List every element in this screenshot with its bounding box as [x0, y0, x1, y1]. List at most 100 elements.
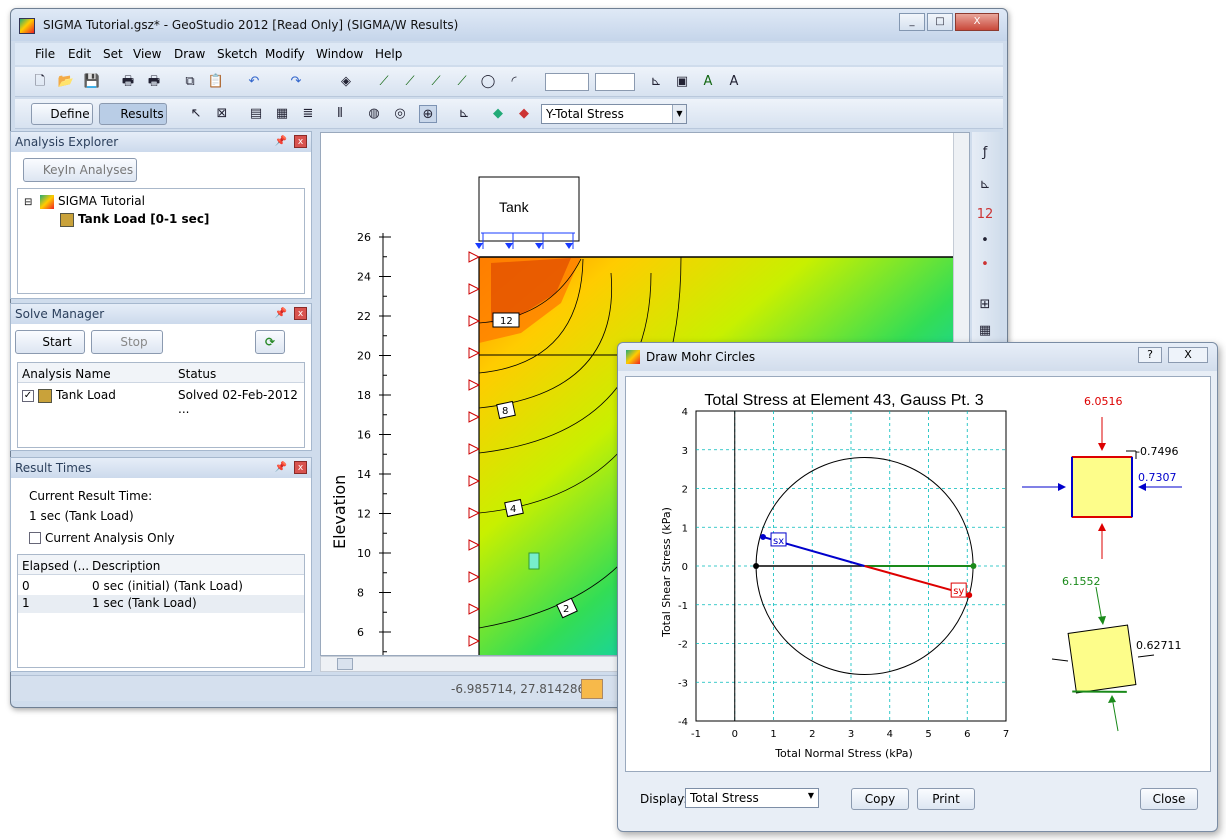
pin-icon[interactable]: 📌: [275, 462, 287, 473]
menu-help[interactable]: Help: [375, 47, 402, 61]
mohr-circle-icon[interactable]: ⊕: [419, 105, 437, 123]
current-only-checkbox[interactable]: [29, 532, 41, 544]
line-weight-select[interactable]: [595, 73, 635, 91]
table-icon[interactable]: ▤: [247, 105, 265, 123]
copy-button[interactable]: Copy: [851, 788, 909, 810]
sketch-spline-icon[interactable]: ⟋: [453, 73, 471, 91]
tree-analysis[interactable]: Tank Load [0-1 sec]: [78, 212, 209, 226]
panel-close-button[interactable]: x: [294, 135, 307, 148]
row-analysis-name[interactable]: Tank Load: [56, 388, 116, 402]
picture-icon[interactable]: ▣: [673, 73, 691, 91]
menu-set[interactable]: Set: [103, 47, 123, 61]
table-row[interactable]: 1 sec (Tank Load): [92, 596, 197, 610]
zoom-icon[interactable]: ⊠: [213, 105, 231, 123]
print-preview-icon[interactable]: 🖶: [145, 73, 163, 91]
dialog-close-icon[interactable]: X: [1168, 347, 1208, 363]
graph-icon[interactable]: ⊾: [455, 105, 473, 123]
menu-sketch[interactable]: Sketch: [217, 47, 257, 61]
grid-icon[interactable]: ▦: [273, 105, 291, 123]
x-tick-label: 1: [770, 729, 776, 740]
minimize-button[interactable]: _: [899, 13, 925, 31]
support-marker: [468, 635, 481, 647]
collapse-icon[interactable]: ⊟: [24, 197, 32, 208]
sketch-line-icon[interactable]: ⟋: [375, 73, 393, 91]
table-row[interactable]: 0: [22, 579, 30, 593]
sketch-arc-icon[interactable]: ◜: [505, 73, 523, 91]
col-status[interactable]: Status: [178, 367, 216, 381]
pin-icon[interactable]: 📌: [275, 308, 287, 319]
stop-button[interactable]: Stop: [91, 330, 163, 354]
sketch-polyline-icon[interactable]: ⟋: [401, 73, 419, 91]
print-button[interactable]: Print: [917, 788, 975, 810]
help-button[interactable]: ?: [1138, 347, 1162, 363]
selected-element[interactable]: [528, 552, 540, 570]
scale-icon[interactable]: [581, 679, 603, 699]
legend-icon[interactable]: ◆: [515, 105, 533, 123]
open-icon[interactable]: 📂: [57, 73, 75, 91]
refresh-icon[interactable]: ⟳: [255, 330, 285, 354]
start-button[interactable]: Start: [15, 330, 85, 354]
toolbar-standard: 🗋 📂 💾 🖶 🖶 ⧉ 📋 ↶ ↷ ◈ ⟋ ⟋ ⟋ ⟋ ◯ ◜ ⊾ ▣ A A: [15, 67, 1003, 97]
maximize-button[interactable]: □: [927, 13, 953, 31]
new-icon[interactable]: 🗋: [31, 73, 49, 91]
menu-window[interactable]: Window: [316, 47, 363, 61]
row-checkbox[interactable]: ✓: [22, 390, 34, 402]
text-icon[interactable]: A: [725, 73, 743, 91]
grid-table-icon[interactable]: ▦: [976, 322, 994, 340]
panel-close-button[interactable]: x: [294, 307, 307, 320]
palette-icon[interactable]: ◆: [489, 105, 507, 123]
col-analysis-name[interactable]: Analysis Name: [22, 367, 111, 381]
print-icon[interactable]: 🖶: [119, 73, 137, 91]
table-row[interactable]: 0 sec (initial) (Tank Load): [92, 579, 243, 593]
sketch-arrow-icon[interactable]: ⟋: [427, 73, 445, 91]
results-button[interactable]: Results: [99, 103, 167, 125]
scroll-thumb[interactable]: [337, 658, 353, 670]
axes-icon[interactable]: ⊾: [647, 73, 665, 91]
result-type-select[interactable]: Y-Total Stress ▼: [541, 104, 687, 124]
table-row[interactable]: 1: [22, 596, 30, 610]
panel-title: Result Times: [15, 461, 92, 475]
col-elapsed[interactable]: Elapsed (...: [22, 559, 89, 573]
col-description[interactable]: Description: [92, 559, 160, 573]
sketch-circle-icon[interactable]: ◯: [479, 73, 497, 91]
function-icon[interactable]: ƒ: [976, 144, 994, 162]
redo-icon[interactable]: ↷: [287, 73, 305, 91]
define-button[interactable]: Define: [31, 103, 93, 125]
keyin-analyses-button[interactable]: KeyIn Analyses: [23, 158, 137, 182]
point-label-icon[interactable]: •: [976, 256, 994, 274]
label-icon[interactable]: 12: [976, 206, 994, 224]
undo-icon[interactable]: ↶: [245, 73, 263, 91]
panel-close-button[interactable]: x: [294, 461, 307, 474]
list-icon[interactable]: ≣: [299, 105, 317, 123]
menu-file[interactable]: File: [35, 47, 55, 61]
menu-modify[interactable]: Modify: [265, 47, 305, 61]
display-select[interactable]: Total Stress ▼: [685, 788, 819, 808]
pointer-icon[interactable]: ↖: [187, 105, 205, 123]
save-icon[interactable]: 💾: [83, 73, 101, 91]
x-axis-label: Total Normal Stress (kPa): [774, 747, 913, 760]
x-tick-label: 3: [848, 729, 854, 740]
menu-edit[interactable]: Edit: [68, 47, 91, 61]
mesh-icon[interactable]: ⊞: [976, 296, 994, 314]
paste-icon[interactable]: 📋: [207, 73, 225, 91]
menu-draw[interactable]: Draw: [174, 47, 205, 61]
menu-view[interactable]: View: [133, 47, 161, 61]
keyin-label: KeyIn Analyses: [42, 163, 134, 177]
text-pen-icon[interactable]: A: [699, 73, 717, 91]
point-icon[interactable]: •: [976, 232, 994, 250]
isolines-icon[interactable]: ◎: [391, 105, 409, 123]
sy-value: 6.0516: [1084, 395, 1123, 408]
view-icon[interactable]: ◈: [337, 73, 355, 91]
support-marker: [468, 251, 481, 263]
copy-icon[interactable]: ⧉: [181, 73, 199, 91]
pin-icon[interactable]: 📌: [275, 136, 287, 147]
column-icon[interactable]: ⫴: [331, 105, 349, 123]
tree-project[interactable]: SIGMA Tutorial: [58, 194, 145, 208]
draw-graph-icon[interactable]: ⊾: [976, 176, 994, 194]
close-button[interactable]: X: [955, 13, 999, 31]
line-style-select[interactable]: [545, 73, 589, 91]
dialog-close-button[interactable]: Close: [1140, 788, 1198, 810]
contour-icon[interactable]: ◍: [365, 105, 383, 123]
support-marker: [468, 443, 481, 455]
analysis-explorer-panel: Analysis Explorer 📌 x KeyIn Analyses ⊟ SIG…: [10, 131, 312, 299]
